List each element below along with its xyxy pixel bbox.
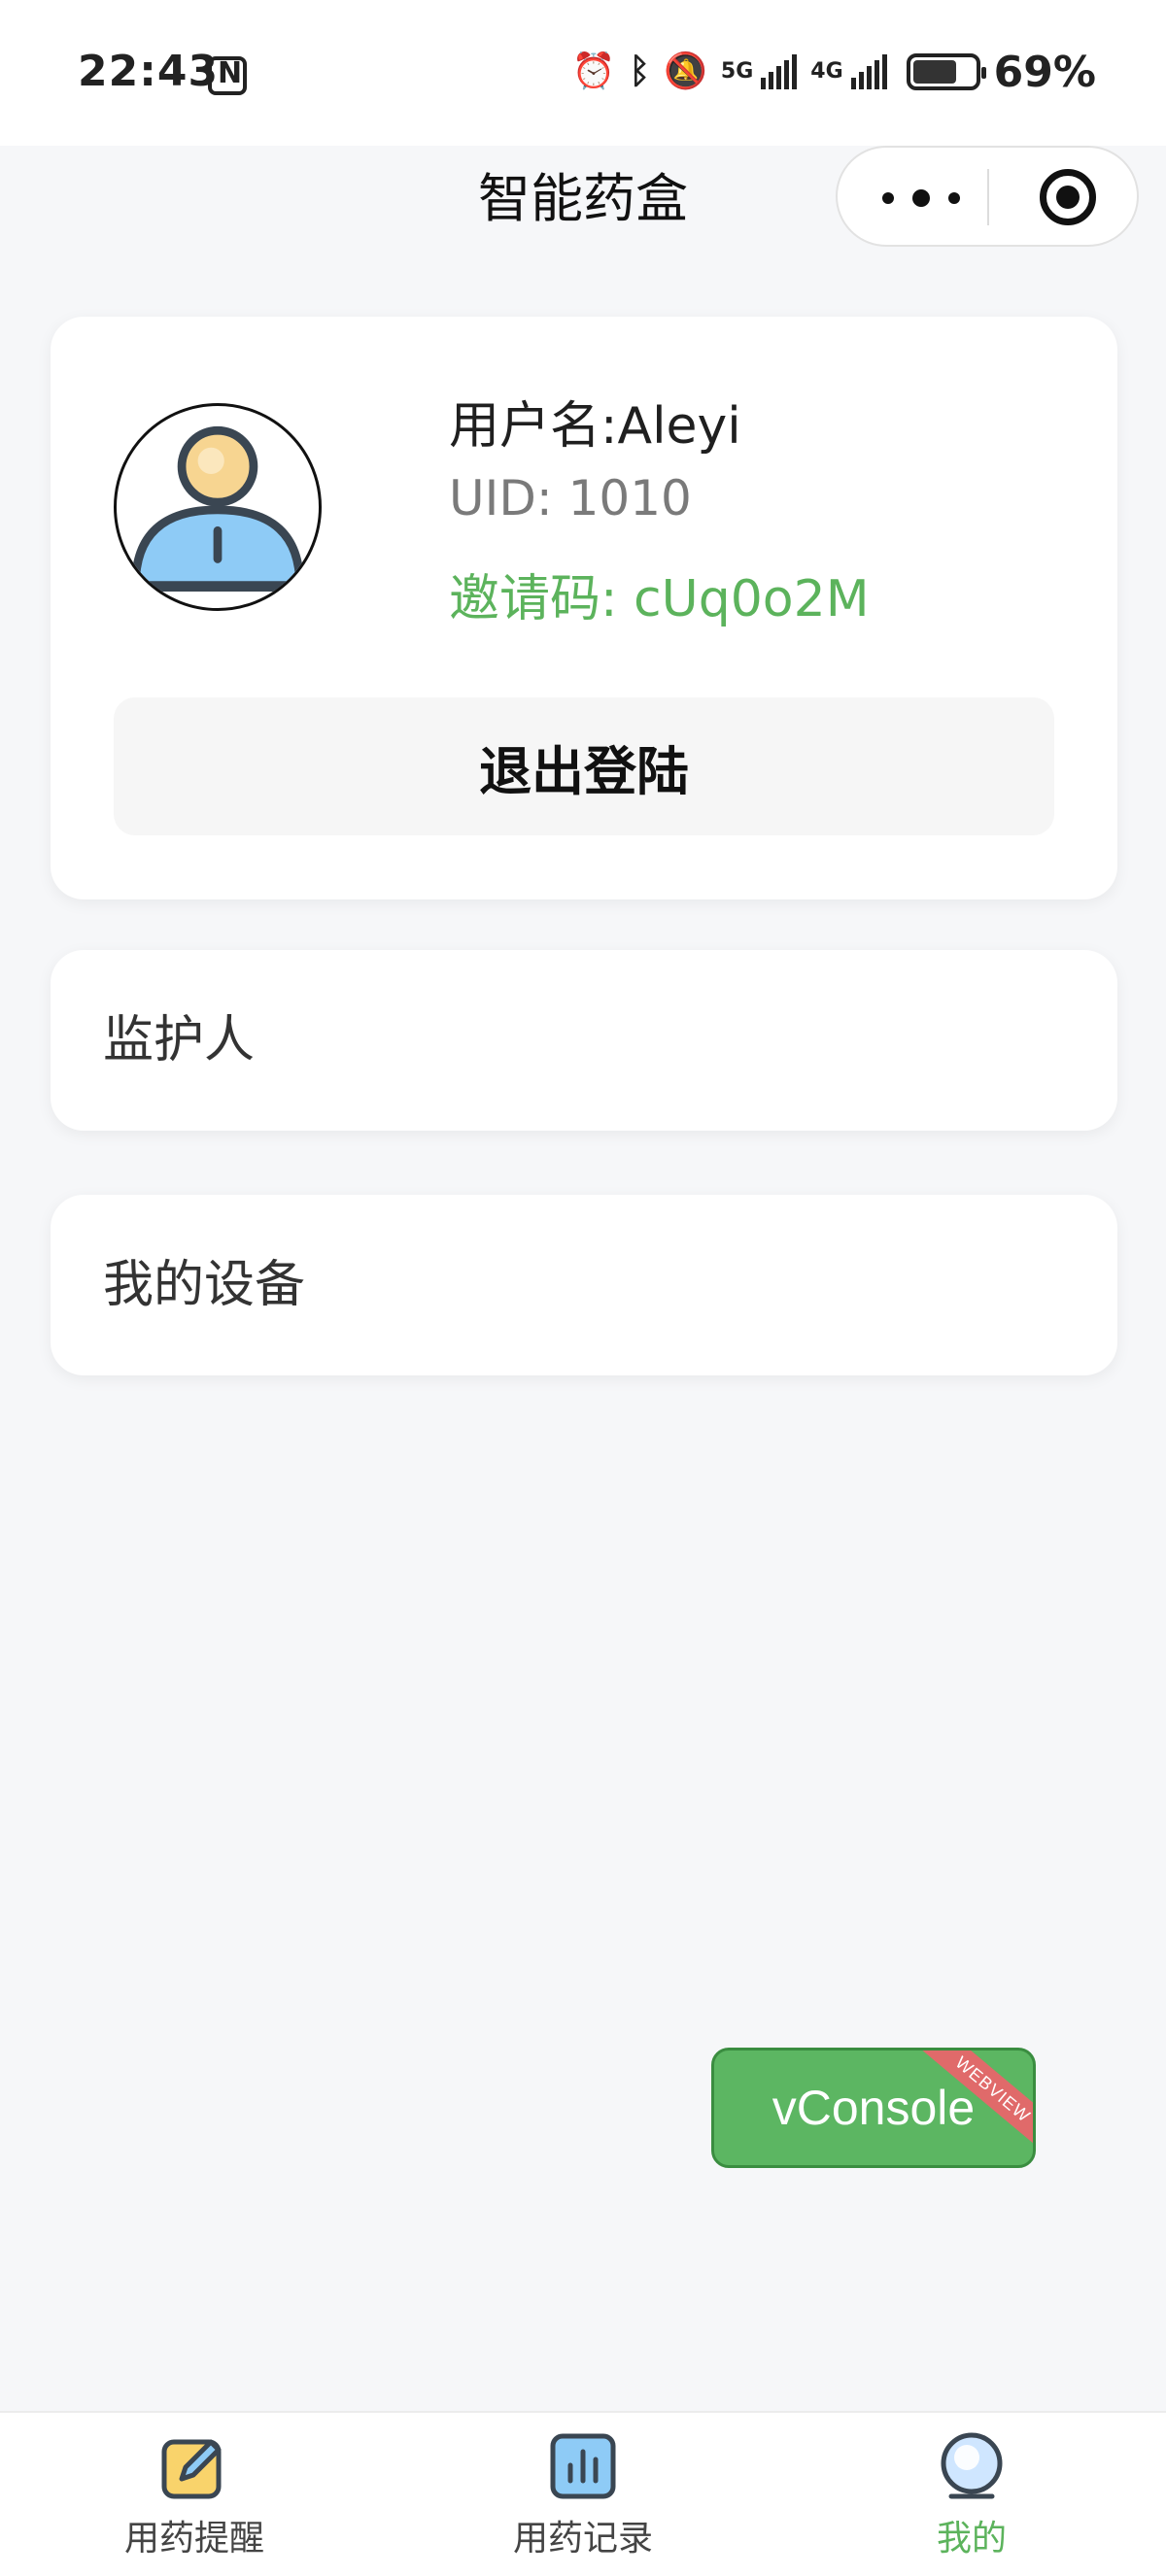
uid-text: UID: 1010 [449, 470, 692, 526]
profile-orb-icon [938, 2432, 1006, 2500]
status-time: 22:43 [78, 47, 220, 96]
user-avatar-icon [117, 425, 319, 592]
battery-percent: 69% [993, 47, 1096, 97]
tab-medication-record[interactable]: 用药记录 [466, 2432, 700, 2568]
vconsole-label: vConsole [772, 2081, 976, 2135]
edit-note-icon [160, 2432, 228, 2500]
more-icon[interactable] [882, 185, 960, 212]
vconsole-button[interactable]: vConsole WEBVIEW [711, 2048, 1036, 2168]
capsule-divider [987, 169, 989, 225]
my-device-label: 我的设备 [103, 1256, 306, 1314]
guardian-menu-item[interactable]: 监护人 [51, 950, 1117, 1131]
network-5g-label: 5G [720, 59, 754, 84]
signal-5g-icon [761, 54, 798, 89]
avatar [114, 403, 322, 611]
battery-icon [906, 53, 986, 90]
my-device-menu-item[interactable]: 我的设备 [51, 1195, 1117, 1375]
signal-4g-icon [850, 54, 887, 89]
status-icons: ⏰ ᛒ 🔕 5G 4G 69% [572, 45, 1096, 99]
logout-button[interactable]: 退出登陆 [114, 697, 1054, 835]
screen: 22:43 ⏰ ᛒ 🔕 5G 4G 69% 智能药盒 [0, 0, 1166, 2576]
tab-medication-reminder-label: 用药提醒 [123, 2519, 264, 2559]
mini-program-capsule [836, 146, 1139, 247]
tab-bar: 用药提醒 用药记录 我的 [0, 2411, 1166, 2576]
guardian-label: 监护人 [103, 1011, 256, 1069]
tab-medication-reminder[interactable]: 用药提醒 [78, 2432, 311, 2568]
tab-mine-label: 我的 [936, 2519, 1007, 2559]
tab-mine[interactable]: 我的 [855, 2432, 1088, 2568]
profile-card: 用户名:Aleyi UID: 1010 邀请码: cUq0o2M 退出登陆 [51, 317, 1117, 899]
invite-code-text: 邀请码: cUq0o2M [449, 570, 870, 628]
mute-icon: 🔕 [664, 51, 707, 91]
bar-chart-icon [549, 2432, 617, 2500]
alarm-icon: ⏰ [571, 51, 616, 91]
tab-medication-record-label: 用药记录 [512, 2519, 653, 2559]
username-text: 用户名:Aleyi [449, 397, 741, 456]
status-bar: 22:43 ⏰ ᛒ 🔕 5G 4G 69% [0, 0, 1166, 146]
close-target-icon[interactable] [1040, 169, 1096, 225]
nfc-icon [208, 56, 247, 95]
battery-fill [912, 60, 956, 84]
network-4g-label: 4G [810, 59, 843, 84]
bluetooth-icon: ᛒ [629, 51, 651, 91]
